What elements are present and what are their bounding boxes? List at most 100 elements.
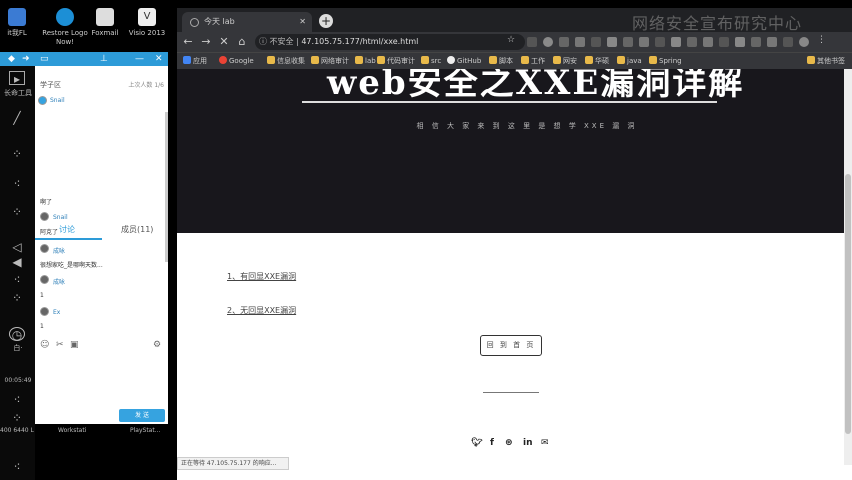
twitter-icon[interactable]: 🐦︎ <box>471 438 482 448</box>
bookmark-item[interactable]: lab <box>355 56 376 65</box>
browser-window: 今天 lab ✕ + 网络安全宣布研究中心 ← → ✕ ⌂ ⓘ 不安全 | 47… <box>177 8 852 480</box>
settings-icon[interactable]: ⚙ <box>153 340 161 350</box>
extension-icon[interactable] <box>559 37 569 47</box>
extension-icon[interactable] <box>655 37 665 47</box>
bookmark-item[interactable]: 信息收集 <box>267 56 305 66</box>
bookmark-item[interactable]: 网络审计 <box>311 56 349 66</box>
link-blind-xxe[interactable]: 2、无回显XXE漏洞 <box>227 305 296 316</box>
task-tool-icon[interactable]: ▸ <box>9 71 25 86</box>
info-icon: ⓘ <box>259 37 270 46</box>
dots-icon[interactable]: ⁖ <box>9 393 25 407</box>
pen-icon[interactable]: ╱ <box>9 111 25 125</box>
tab-members[interactable]: 成员(11) <box>121 224 153 235</box>
chat-sender: 成咏 <box>53 279 66 286</box>
scrollbar-thumb[interactable] <box>845 174 851 434</box>
bookmark-label: lab <box>365 57 376 65</box>
chat-user-name: Snail <box>50 97 65 104</box>
bookmark-item[interactable]: 网安 <box>553 56 577 66</box>
avatar[interactable] <box>799 37 809 47</box>
desktop-bottom-label: PlayStat... <box>130 427 161 434</box>
extension-icon[interactable] <box>783 37 793 47</box>
extension-icon[interactable] <box>767 37 777 47</box>
bookmark-item[interactable]: 华硕 <box>585 56 609 66</box>
extension-icon[interactable] <box>543 37 553 47</box>
dots-icon[interactable]: ⁘ <box>9 205 25 219</box>
page-title: web安全之XXE漏洞详解 <box>327 69 745 103</box>
extension-icon[interactable] <box>575 37 585 47</box>
bookmark-item[interactable]: src <box>421 56 441 65</box>
bookmark-item[interactable]: 工作 <box>521 56 545 66</box>
watermark: 网络安全宣布研究中心 <box>632 14 803 33</box>
home-icon[interactable]: ⌂ <box>235 35 249 48</box>
extension-icon[interactable] <box>671 37 681 47</box>
bookmark-item[interactable]: 代码审计 <box>377 56 415 66</box>
close-icon[interactable]: ✕ <box>155 52 163 66</box>
extension-icon[interactable] <box>735 37 745 47</box>
bookmark-item[interactable]: GitHub <box>447 56 481 65</box>
clock-icon[interactable]: ◷ <box>9 327 25 342</box>
extension-icon[interactable] <box>527 37 537 47</box>
dots-icon[interactable]: ⁖ <box>9 177 25 191</box>
bookmark-item[interactable]: 其他书签 <box>807 56 845 66</box>
desktop-icon-1[interactable]: it我FL <box>0 8 42 38</box>
scissors-icon[interactable]: ✂ <box>56 340 64 350</box>
back-icon[interactable]: ← <box>181 35 195 48</box>
home-button[interactable]: 回 到 首 页 <box>480 335 542 356</box>
bookmark-item[interactable]: 脚本 <box>489 56 513 66</box>
dots-icon[interactable]: ⁘ <box>9 291 25 305</box>
mail-icon[interactable]: ✉ <box>541 438 549 448</box>
link-echo-xxe[interactable]: 1、有回显XXE漏洞 <box>227 271 296 282</box>
star-icon[interactable]: ☆ <box>507 35 517 45</box>
send-button[interactable]: 发 送 <box>119 409 165 422</box>
extension-icon[interactable] <box>607 37 617 47</box>
bookmark-item[interactable]: java <box>617 56 642 65</box>
address-bar[interactable]: ⓘ 不安全 | 47.105.75.177/html/xxe.html <box>255 34 525 50</box>
menu-icon[interactable]: ⋮ <box>817 35 827 45</box>
close-icon[interactable]: ✕ <box>299 12 306 32</box>
bookmarks-bar: 应用 Google 信息收集 网络审计 lab 代码审计 src GitHub … <box>177 52 852 69</box>
speaker-icon[interactable]: ◁ <box>9 240 25 254</box>
dots-icon[interactable]: ⁖ <box>9 273 25 287</box>
chat-sender: 成咏 <box>53 248 66 255</box>
page-scrollbar[interactable] <box>844 69 852 465</box>
window-icon[interactable]: ▭ <box>40 52 49 66</box>
minimize-icon[interactable]: — <box>135 52 144 66</box>
extension-icon[interactable] <box>623 37 633 47</box>
extension-icon[interactable] <box>751 37 761 47</box>
dots-icon[interactable]: ⁖ <box>9 460 25 474</box>
extension-icon[interactable] <box>639 37 649 47</box>
pin-icon[interactable]: ⊥ <box>100 52 108 66</box>
browser-tab[interactable]: 今天 lab ✕ <box>182 12 312 32</box>
avatar <box>38 96 47 105</box>
pin-icon[interactable]: ◆ <box>8 52 15 66</box>
bookmark-label: 代码审计 <box>387 57 415 65</box>
facebook-icon[interactable]: f <box>490 438 494 448</box>
tab-discussion[interactable]: 讨论 <box>59 224 75 235</box>
desktop-icon-4[interactable]: V Visio 2013 <box>122 8 172 38</box>
forward-icon[interactable]: → <box>199 35 213 48</box>
dribbble-icon[interactable]: ⊛ <box>505 438 513 448</box>
extension-icon[interactable] <box>703 37 713 47</box>
volume-icon[interactable]: ◀ <box>9 255 25 269</box>
desktop-bottom-label: Workstati <box>58 427 87 434</box>
bookmark-item[interactable]: 应用 <box>183 56 207 66</box>
extension-icon[interactable] <box>591 37 601 47</box>
emoji-icon[interactable]: ☺ <box>40 340 49 350</box>
arrow-icon[interactable]: ➜ <box>22 52 30 66</box>
new-tab-button[interactable]: + <box>319 14 333 28</box>
bookmark-item[interactable]: Google <box>219 56 254 65</box>
chat-titlebar: ◆ ➜ ▭ ⊥ — ✕ <box>0 52 168 66</box>
chat-message: 啊了 <box>40 199 53 206</box>
chat-scrollbar[interactable] <box>165 112 168 262</box>
folder-icon <box>617 56 625 64</box>
bookmark-label: 应用 <box>193 57 207 65</box>
dots-icon[interactable]: ⁘ <box>9 411 25 425</box>
stop-icon[interactable]: ✕ <box>217 35 231 48</box>
bookmark-item[interactable]: Spring <box>649 56 682 65</box>
extension-icon[interactable] <box>687 37 697 47</box>
image-icon[interactable]: ▣ <box>70 340 79 350</box>
linkedin-icon[interactable]: in <box>523 438 533 448</box>
folder-icon <box>585 56 593 64</box>
extension-icon[interactable] <box>719 37 729 47</box>
dots-icon[interactable]: ⁘ <box>9 147 25 161</box>
